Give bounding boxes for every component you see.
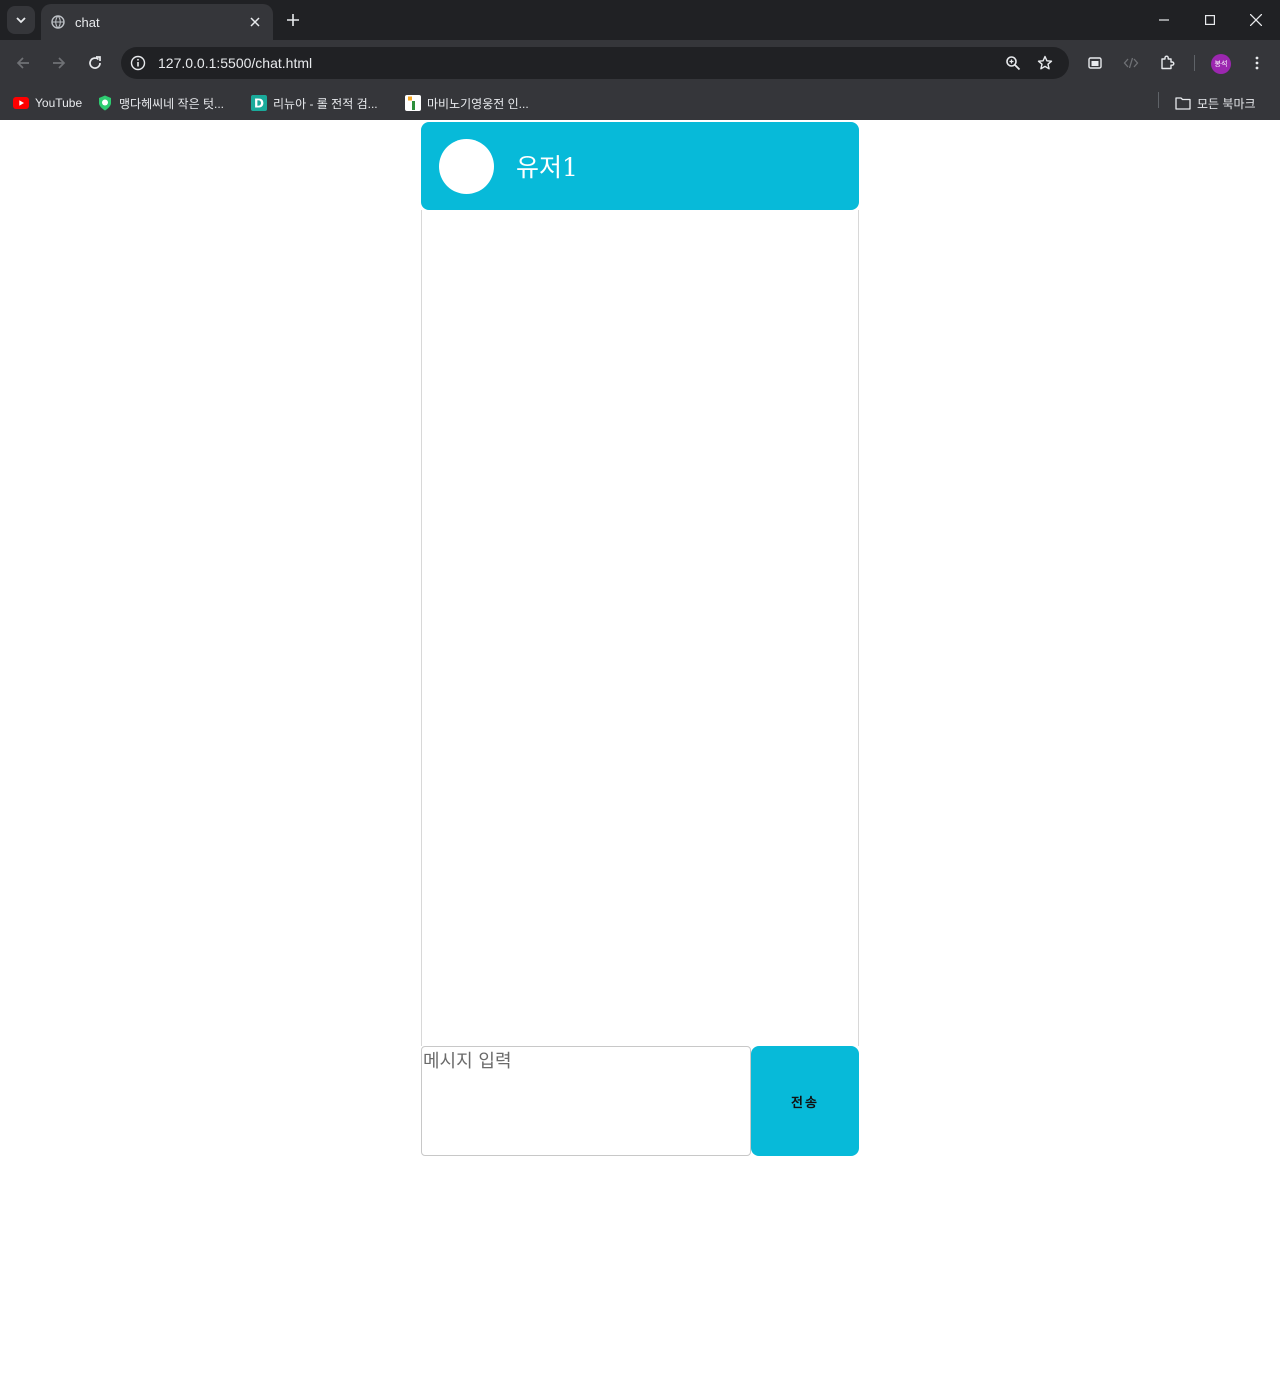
game-site-icon	[405, 95, 421, 111]
message-input[interactable]	[421, 1046, 751, 1156]
chevron-down-icon	[16, 17, 26, 24]
cast-button[interactable]	[1081, 49, 1109, 77]
zoom-button[interactable]	[999, 49, 1027, 77]
url-text: 127.0.0.1:5500/chat.html	[158, 55, 313, 71]
bookmark-youtube[interactable]: YouTube	[13, 92, 82, 114]
send-button[interactable]: 전송	[751, 1046, 859, 1156]
chat-container: 유저1 전송	[421, 122, 859, 1156]
close-window-button[interactable]	[1233, 0, 1279, 40]
puzzle-icon	[1161, 55, 1175, 70]
arrow-right-icon	[53, 57, 66, 69]
bookmark-item[interactable]: 맹다헤씨네 작은 텃...	[97, 92, 224, 114]
bookmarks-bar: YouTube 맹다헤씨네 작은 텃... D 리뉴아 - 롤 전적 검... …	[0, 86, 1280, 120]
tab-strip: chat	[0, 0, 1280, 40]
address-bar[interactable]: 127.0.0.1:5500/chat.html	[121, 47, 1069, 79]
site-info-button[interactable]	[124, 49, 152, 77]
close-tab-button[interactable]	[247, 14, 263, 30]
plus-icon	[287, 14, 299, 26]
page-content: 유저1 전송	[0, 120, 1280, 1392]
bookmark-label: YouTube	[35, 96, 83, 110]
back-button[interactable]	[9, 49, 37, 77]
minimize-icon	[1159, 19, 1169, 21]
close-icon	[1250, 14, 1262, 26]
shield-icon	[97, 95, 113, 111]
svg-text:D: D	[254, 97, 264, 111]
bookmarks-divider	[1158, 92, 1159, 108]
chat-header: 유저1	[421, 122, 859, 210]
message-list	[421, 210, 859, 1046]
info-icon	[130, 55, 146, 71]
menu-button[interactable]	[1243, 49, 1271, 77]
tab-search-button[interactable]	[7, 6, 35, 34]
maximize-icon	[1205, 15, 1215, 25]
youtube-icon	[13, 95, 29, 111]
browser-toolbar: 127.0.0.1:5500/chat.html 봉석	[0, 40, 1280, 86]
close-icon	[250, 17, 260, 27]
bookmark-item[interactable]: D 리뉴아 - 롤 전적 검...	[251, 92, 378, 114]
bookmark-star-button[interactable]	[1031, 49, 1059, 77]
globe-icon	[51, 15, 65, 29]
browser-tab[interactable]: chat	[41, 4, 273, 40]
bookmark-label: 리뉴아 - 롤 전적 검...	[273, 96, 378, 111]
d-letter-icon: D	[251, 95, 267, 111]
more-vertical-icon	[1255, 56, 1259, 70]
code-icon	[1123, 57, 1139, 69]
devtools-button[interactable]	[1117, 49, 1145, 77]
bookmark-label: 맹다헤씨네 작은 텃...	[119, 96, 224, 111]
reload-button[interactable]	[81, 49, 109, 77]
bookmark-item[interactable]: 마비노기영웅전 인...	[405, 92, 529, 114]
avatar	[439, 138, 494, 194]
zoom-icon	[1006, 56, 1021, 71]
chat-username: 유저1	[516, 153, 578, 182]
maximize-button[interactable]	[1187, 0, 1233, 40]
minimize-button[interactable]	[1141, 0, 1187, 40]
toolbar-divider	[1194, 55, 1195, 71]
tab-title: chat	[75, 14, 100, 30]
profile-avatar[interactable]: 봉석	[1211, 54, 1231, 74]
forward-button[interactable]	[45, 49, 73, 77]
all-bookmarks-button[interactable]: 모든 북마크	[1175, 92, 1256, 114]
media-icon	[1088, 57, 1102, 69]
star-icon	[1037, 55, 1053, 70]
reload-icon	[89, 56, 101, 69]
extensions-button[interactable]	[1153, 49, 1181, 77]
new-tab-button[interactable]	[282, 9, 304, 31]
bookmark-label: 마비노기영웅전 인...	[427, 96, 529, 111]
arrow-left-icon	[16, 57, 29, 69]
all-bookmarks-label: 모든 북마크	[1197, 96, 1256, 111]
folder-icon	[1175, 95, 1191, 111]
